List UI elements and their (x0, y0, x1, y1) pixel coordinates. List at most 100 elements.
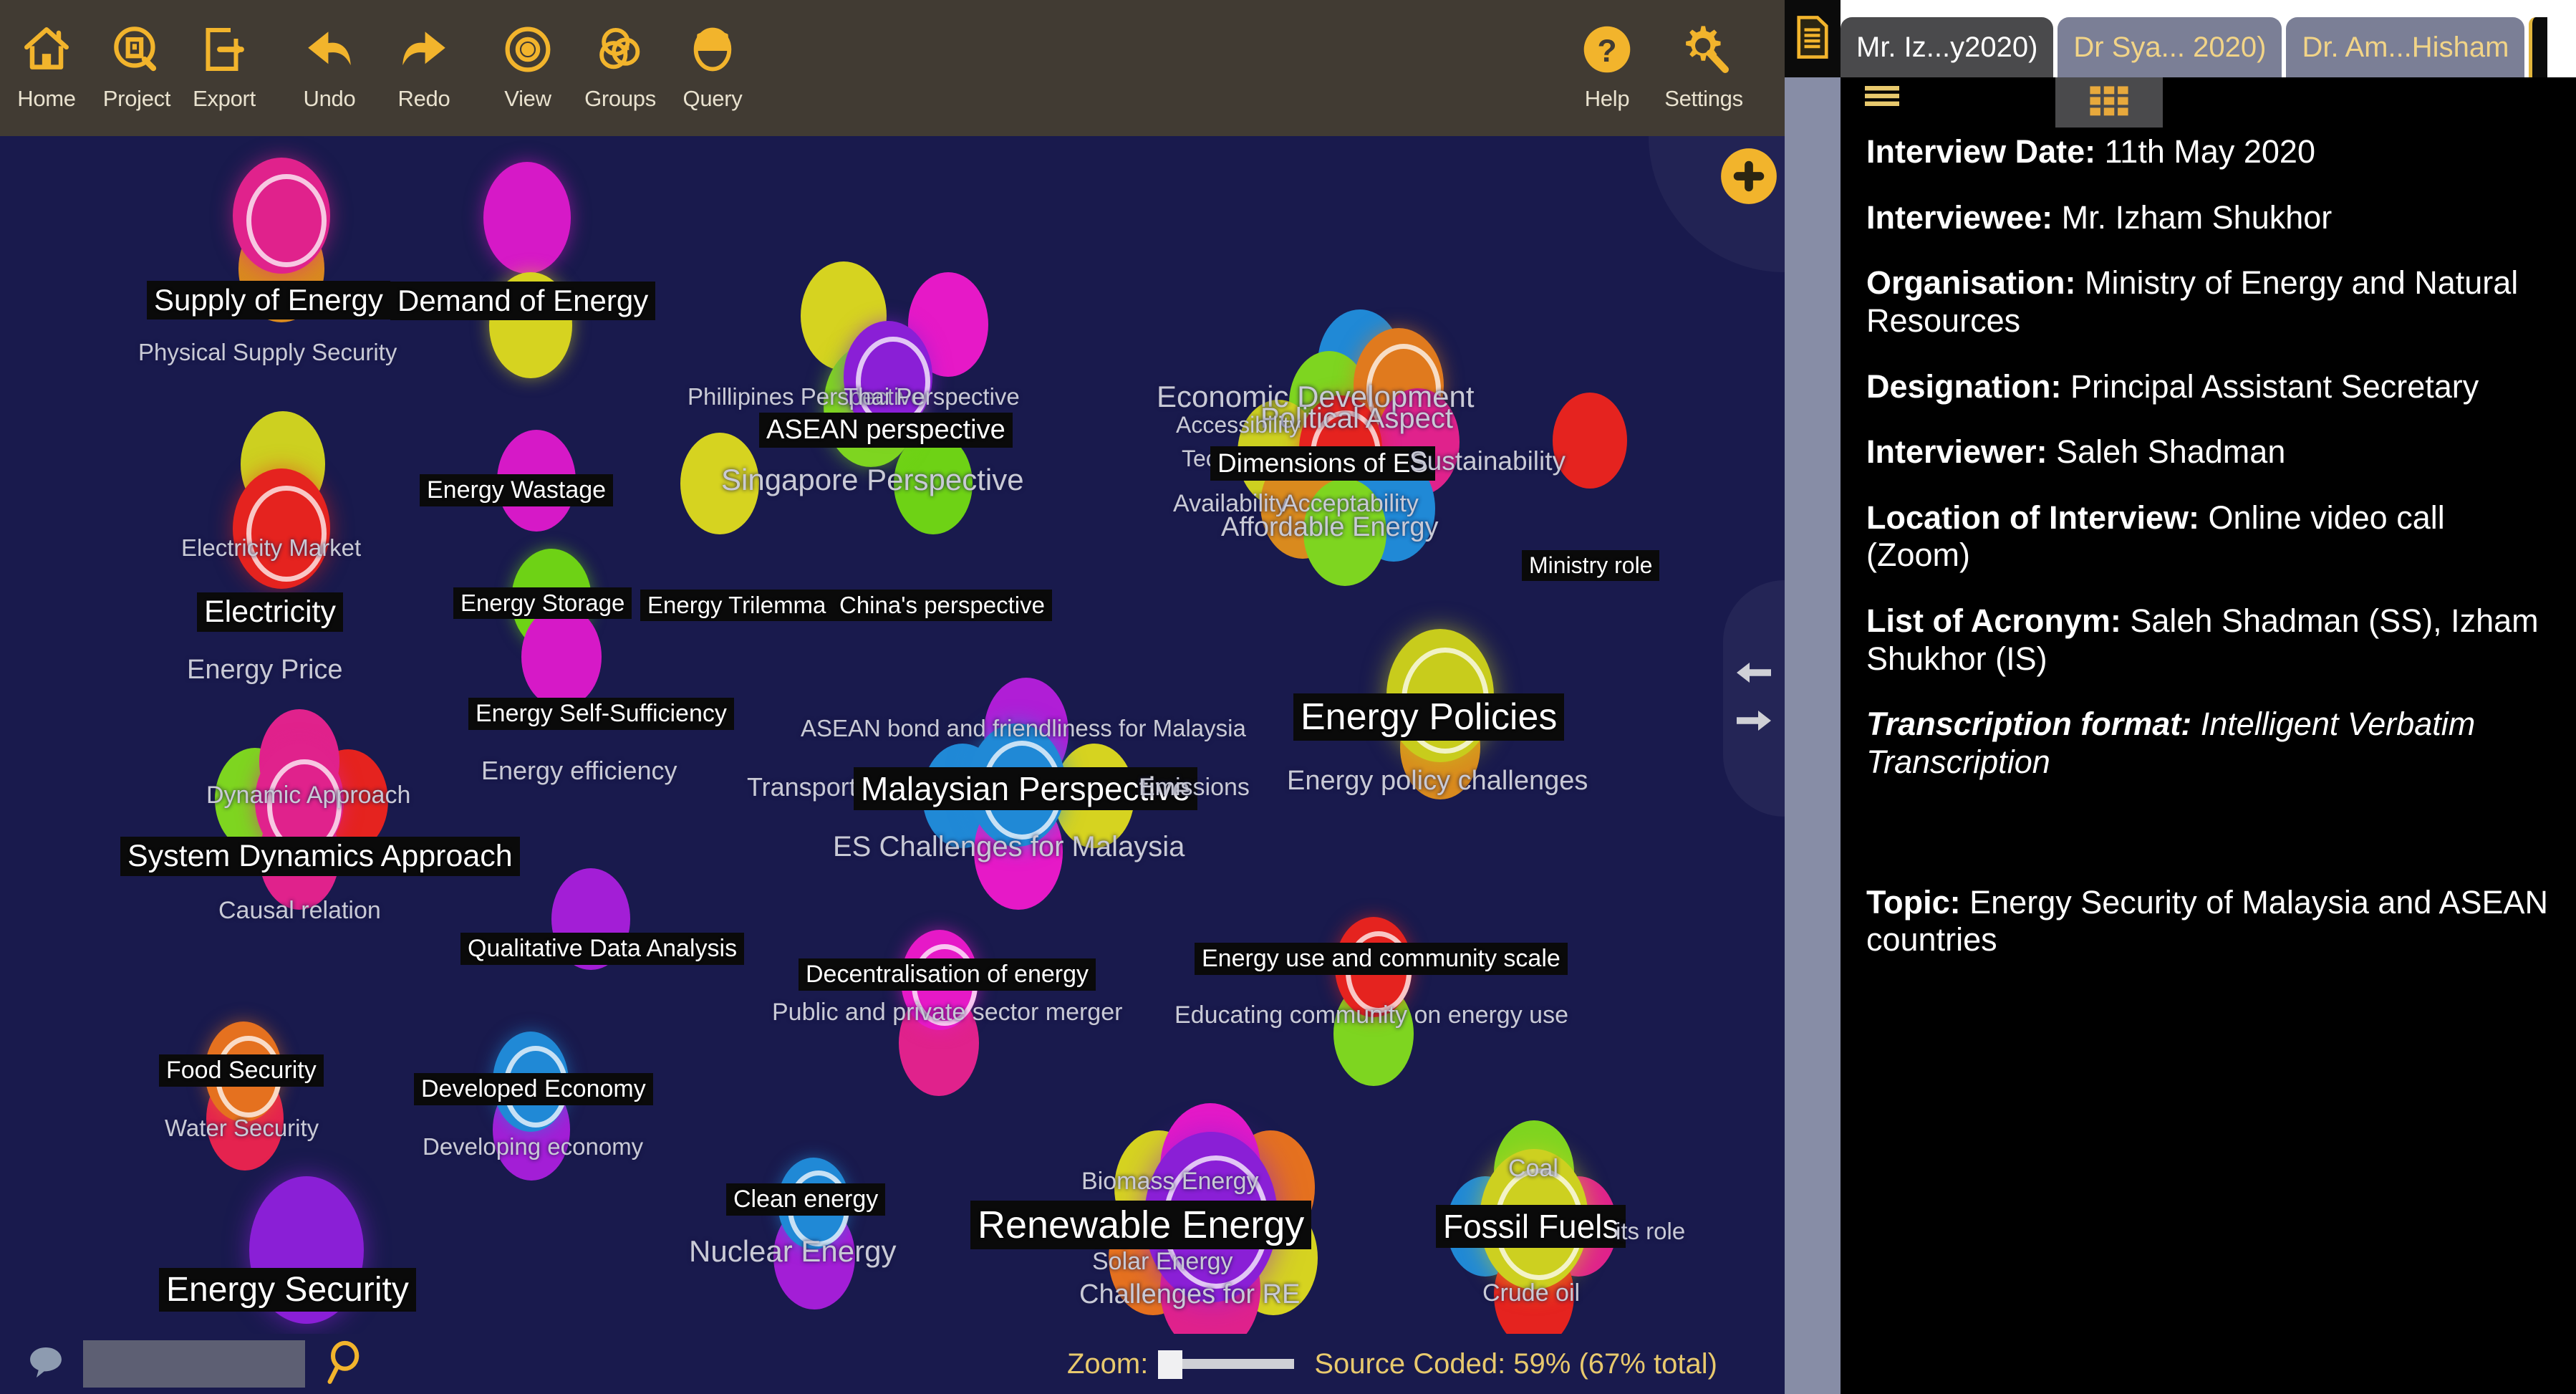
redo-arrow-icon (392, 10, 455, 89)
query-label: Query (682, 86, 743, 111)
undo-arrow-icon (298, 10, 361, 89)
node-label-energy-self-sufficiency[interactable]: Energy Self-Sufficiency (468, 698, 734, 730)
groups-label: Groups (584, 86, 656, 111)
node-label-electricity-market[interactable]: Electricity Market (181, 534, 361, 562)
node-label-energy-policy-challenges[interactable]: Energy policy challenges (1287, 766, 1588, 797)
node-label-energy-security[interactable]: Energy Security (159, 1268, 416, 1312)
document-icon[interactable] (1794, 14, 1831, 64)
hamburger-menu-icon[interactable] (1862, 82, 1902, 114)
node-label-ministry-role[interactable]: Ministry role (1522, 550, 1660, 581)
node-label-energy-use-community-scale[interactable]: Energy use and community scale (1195, 943, 1568, 975)
project-icon (110, 10, 163, 89)
zoom-control: Zoom: Source Coded: 59% (67% total) (1067, 1348, 1717, 1380)
document-tab-bar: Mr. Iz...y2020) Dr Sya... 2020) Dr. Am..… (1841, 17, 2548, 77)
tab-interview-dr-am-hisham[interactable]: Dr. Am...Hisham (2286, 17, 2525, 77)
node-label-affordable-energy[interactable]: Affordable Energy (1221, 512, 1439, 543)
tab-overflow-edge[interactable] (2529, 17, 2548, 77)
node-label-sustainability[interactable]: Sustainability (1409, 446, 1566, 476)
panel-value: Principal Assistant Secretary (2061, 367, 2479, 405)
next-arrow-icon[interactable] (1734, 706, 1774, 739)
node-label-renewable-energy[interactable]: Renewable Energy (970, 1201, 1312, 1249)
node-label-physical-supply-security[interactable]: Physical Supply Security (138, 339, 397, 366)
node-label-chinas-perspective[interactable]: China's perspective (832, 590, 1052, 621)
toolbar-left-group: Home Project Export Undo Redo View Group… (0, 10, 755, 112)
add-node-button[interactable] (1713, 140, 1785, 212)
node-label-solar-energy[interactable]: Solar Energy (1092, 1248, 1233, 1276)
node-label-electricity[interactable]: Electricity (197, 592, 343, 632)
tab-label: Dr. Am...Hisham (2302, 31, 2509, 63)
panel-key: Interview Date: (1866, 133, 2096, 170)
node-label-thai-perspective[interactable]: Thai Perspective (844, 383, 1020, 410)
query-button[interactable]: Query (670, 10, 755, 112)
node-label-es-challenges-malaysia[interactable]: ES Challenges for Malaysia (833, 831, 1185, 863)
node-label-its-role[interactable]: its role (1616, 1218, 1685, 1245)
node-label-food-security[interactable]: Food Security (159, 1054, 324, 1087)
bubble-demand-of-energy[interactable] (483, 162, 571, 274)
previous-arrow-icon[interactable] (1734, 658, 1774, 691)
node-label-decentralisation-of-energy[interactable]: Decentralisation of energy (799, 958, 1096, 991)
node-label-dynamic-approach[interactable]: Dynamic Approach (206, 782, 410, 809)
project-button[interactable]: Project (93, 10, 180, 112)
node-label-coal[interactable]: Coal (1508, 1155, 1558, 1183)
undo-button[interactable]: Undo (282, 10, 377, 112)
view-eye-icon (501, 10, 554, 89)
search-input[interactable] (83, 1340, 305, 1388)
node-label-energy-policies[interactable]: Energy Policies (1293, 693, 1565, 741)
groups-button[interactable]: Groups (570, 10, 670, 112)
export-icon (198, 10, 250, 89)
view-button[interactable]: View (486, 10, 570, 112)
node-label-energy-storage[interactable]: Energy Storage (453, 587, 632, 619)
bubble-electricity[interactable] (233, 468, 330, 589)
node-label-educating-community[interactable]: Educating community on energy use (1174, 1001, 1568, 1029)
settings-button[interactable]: Settings (1649, 10, 1758, 112)
node-label-system-dynamics-approach[interactable]: System Dynamics Approach (120, 837, 520, 876)
map-canvas[interactable]: Supply of Energy Demand of Energy Physic… (0, 136, 1785, 1394)
tab-interview-izham[interactable]: Mr. Iz...y2020) (1841, 17, 2054, 77)
undo-label: Undo (303, 86, 356, 111)
panel-value: Mr. Izham Shukhor (2052, 198, 2333, 236)
node-label-public-private-merger[interactable]: Public and private sector merger (772, 999, 1122, 1027)
node-label-asean-bond-friendliness[interactable]: ASEAN bond and friendliness for Malaysia (801, 715, 1246, 742)
bubble-energy-efficiency[interactable] (521, 606, 602, 708)
node-label-developed-economy[interactable]: Developed Economy (414, 1073, 653, 1105)
node-label-water-security[interactable]: Water Security (165, 1115, 319, 1142)
node-label-supply-of-energy[interactable]: Supply of Energy (147, 281, 390, 319)
canvas-pager[interactable] (1723, 580, 1785, 817)
node-label-crude-oil[interactable]: Crude oil (1482, 1279, 1580, 1307)
node-label-clean-energy[interactable]: Clean energy (726, 1183, 886, 1216)
panel-row-interviewer: Interviewer: Saleh Shadman (1866, 433, 2550, 471)
panel-grid-view-button[interactable] (2055, 77, 2163, 128)
bubble-supply-of-energy[interactable] (233, 158, 330, 274)
node-label-accessibility[interactable]: Accessibility (1176, 412, 1301, 438)
node-label-energy-trilemma[interactable]: Energy Trilemma (640, 590, 834, 621)
node-label-energy-wastage[interactable]: Energy Wastage (420, 474, 614, 506)
toolbar-right-group: ? Help Settings (1565, 10, 1758, 112)
node-label-biomass-energy[interactable]: Biomass Energy (1081, 1168, 1259, 1196)
node-label-transport[interactable]: Transport (747, 772, 857, 802)
panel-row-topic: Topic: Energy Security of Malaysia and A… (1866, 884, 2550, 959)
node-label-nuclear-energy[interactable]: Nuclear Energy (689, 1234, 896, 1269)
node-label-singapore-perspective[interactable]: Singapore Perspective (721, 463, 1024, 497)
redo-button[interactable]: Redo (377, 10, 471, 112)
export-button[interactable]: Export (180, 10, 268, 112)
node-label-energy-price[interactable]: Energy Price (187, 655, 343, 686)
node-label-developing-economy[interactable]: Developing economy (423, 1133, 643, 1160)
node-label-fossil-fuels[interactable]: Fossil Fuels (1436, 1205, 1626, 1248)
tab-interview-dr-sya[interactable]: Dr Sya... 2020) (2058, 17, 2282, 77)
node-label-energy-efficiency[interactable]: Energy efficiency (481, 756, 677, 786)
help-button[interactable]: ? Help (1565, 10, 1649, 112)
node-label-demand-of-energy[interactable]: Demand of Energy (390, 282, 656, 320)
application-window: Home Project Export Undo Redo View Group… (0, 0, 2576, 1394)
zoom-slider-knob[interactable] (1158, 1350, 1183, 1379)
node-label-qualitative-data-analysis[interactable]: Qualitative Data Analysis (460, 933, 745, 965)
panel-key: Interviewee: (1866, 198, 2053, 236)
zoom-slider[interactable] (1158, 1350, 1295, 1379)
search-icon[interactable] (322, 1340, 364, 1389)
node-label-emissions[interactable]: Emissions (1139, 774, 1250, 802)
home-button[interactable]: Home (0, 10, 93, 112)
node-label-dimensions-of-es[interactable]: Dimensions of ES (1210, 446, 1436, 481)
node-label-causal-relation[interactable]: Causal relation (218, 897, 381, 925)
node-label-challenges-for-re[interactable]: Challenges for RE (1079, 1279, 1300, 1310)
node-label-asean-perspective[interactable]: ASEAN perspective (759, 413, 1013, 448)
right-gutter (1785, 77, 1841, 1394)
